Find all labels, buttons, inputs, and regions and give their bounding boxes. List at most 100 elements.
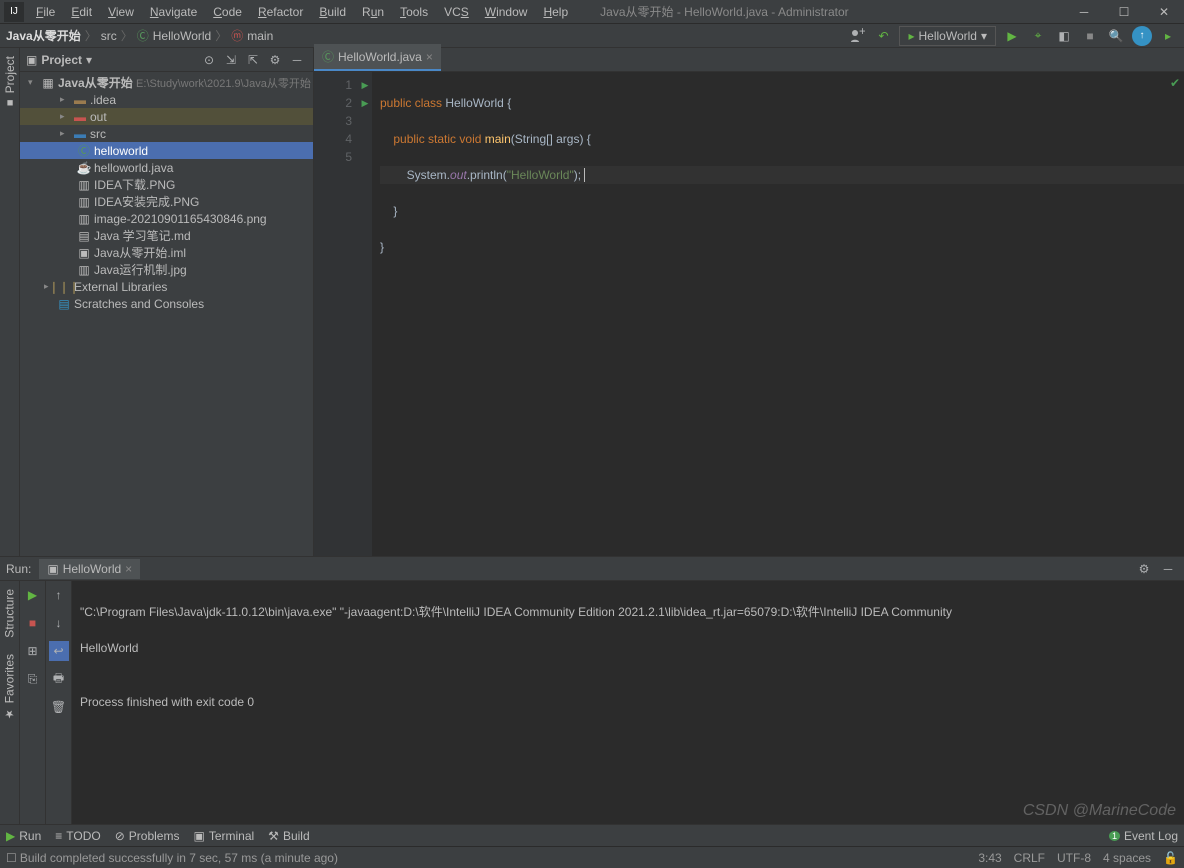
navigation-bar: Java从零开始 〉 src 〉 Ⓒ HelloWorld 〉 ⓜ main +… [0, 24, 1184, 48]
indent-info[interactable]: 4 spaces [1103, 851, 1151, 865]
tab-label: HelloWorld.java [338, 50, 422, 64]
expand-all-icon[interactable]: ⇲ [221, 50, 241, 70]
delete-icon[interactable]: 🗑 [49, 697, 69, 717]
settings-icon[interactable]: ⚙ [1134, 559, 1154, 579]
tree-file-md[interactable]: ▤Java 学习笔记.md [20, 227, 313, 244]
menu-file[interactable]: File [28, 5, 63, 19]
stop-button[interactable]: ■ [1080, 26, 1100, 46]
console-output[interactable]: "C:\Program Files\Java\jdk-11.0.12\bin\j… [72, 581, 1184, 824]
menu-help[interactable]: Help [535, 5, 576, 19]
print-icon[interactable]: 🖶 [49, 669, 69, 689]
add-user-icon[interactable]: + [847, 26, 867, 46]
settings-icon[interactable]: ⚙ [265, 50, 285, 70]
project-tool-tab[interactable]: ■ Project [1, 48, 19, 116]
cursor-position[interactable]: 3:43 [978, 851, 1001, 865]
tree-file-img[interactable]: ▥IDEA安装完成.PNG [20, 193, 313, 210]
select-opened-file-icon[interactable]: ⊙ [199, 50, 219, 70]
rerun-icon[interactable]: ▶ [23, 585, 43, 605]
event-log-button[interactable]: 1Event Log [1109, 829, 1178, 843]
minimize-button[interactable]: ─ [1064, 0, 1104, 24]
titlebar: IJ File Edit View Navigate Code Refactor… [0, 0, 1184, 24]
hide-icon[interactable]: ─ [1158, 559, 1178, 579]
run-gutter-icon[interactable]: ▶ [358, 94, 372, 112]
todo-tool-button[interactable]: ≡TODO [55, 829, 100, 843]
menu-code[interactable]: Code [205, 5, 250, 19]
tree-folder-out[interactable]: ▸▬out [20, 108, 313, 125]
tree-file-img[interactable]: ▥IDEA下载.PNG [20, 176, 313, 193]
ide-settings-icon[interactable]: ▸ [1158, 26, 1178, 46]
expand-icon[interactable]: ▾ [28, 77, 40, 88]
chevron-icon: 〉 [121, 27, 133, 44]
run-config-selector[interactable]: ▸ HelloWorld ▾ [899, 26, 996, 46]
layout-icon[interactable]: ⊞ [23, 641, 43, 661]
menu-edit[interactable]: Edit [63, 5, 100, 19]
search-everywhere-icon[interactable]: 🔍 [1106, 26, 1126, 46]
line-separator[interactable]: CRLF [1014, 851, 1045, 865]
menu-build[interactable]: Build [311, 5, 354, 19]
down-icon[interactable]: ↓ [49, 613, 69, 633]
inspection-ok-icon[interactable]: ✔ [1170, 76, 1180, 90]
run-gutter-icon[interactable]: ▶ [358, 76, 372, 94]
window-title: Java从零开始 - HelloWorld.java - Administrat… [576, 3, 1064, 20]
structure-tab[interactable]: Structure [0, 581, 19, 646]
menu-navigate[interactable]: Navigate [142, 5, 205, 19]
run-button[interactable]: ▶ [1002, 26, 1022, 46]
bc-root[interactable]: Java从零开始 [6, 27, 81, 44]
tree-scratches[interactable]: ▤Scratches and Consoles [20, 295, 313, 312]
run-toolbar-secondary: ↑ ↓ ↩ 🖶 🗑 [46, 581, 72, 824]
tree-file-iml[interactable]: ▣Java从零开始.iml [20, 244, 313, 261]
code-editor[interactable]: 12345 ▶ ▶ public class HelloWorld { publ… [314, 72, 1184, 556]
editor-tab[interactable]: Ⓒ HelloWorld.java × [314, 44, 441, 71]
status-icon[interactable]: ☐ [6, 851, 17, 865]
menu-refactor[interactable]: Refactor [250, 5, 311, 19]
bc-src[interactable]: src [101, 29, 117, 43]
undo-icon[interactable]: ↶ [873, 26, 893, 46]
run-tab[interactable]: ▣ HelloWorld × [39, 559, 140, 579]
root-path: E:\Study\work\2021.9\Java从零开始 [136, 75, 311, 91]
debug-button[interactable]: ⌖ [1028, 26, 1048, 46]
tree-file-img[interactable]: ▥image-20210901165430846.png [20, 210, 313, 227]
iml-icon: ▣ [76, 246, 92, 260]
stop-icon[interactable]: ■ [23, 613, 43, 633]
pin-icon[interactable]: ⎘ [23, 669, 43, 689]
menu-window[interactable]: Window [477, 5, 536, 19]
close-tab-icon[interactable]: × [426, 50, 433, 64]
tree-folder-src[interactable]: ▸▬src [20, 125, 313, 142]
bc-class[interactable]: HelloWorld [153, 29, 211, 43]
module-icon: ▦ [40, 76, 56, 90]
up-icon[interactable]: ↑ [49, 585, 69, 605]
run-tool-button[interactable]: ▶Run [6, 829, 41, 843]
menu-tools[interactable]: Tools [392, 5, 436, 19]
menu-vcs[interactable]: VCS [436, 5, 477, 19]
left-tool-tabs: Structure ★ Favorites [0, 581, 20, 824]
project-panel: ▣ Project ▾ ⊙ ⇲ ⇱ ⚙ ─ ▾ ▦ Java从零开始 E:\St… [20, 48, 314, 556]
build-tool-button[interactable]: ⚒Build [268, 829, 309, 843]
warning-icon: ⊘ [115, 829, 125, 843]
file-encoding[interactable]: UTF-8 [1057, 851, 1091, 865]
tree-folder-idea[interactable]: ▸▬.idea [20, 91, 313, 108]
collapse-all-icon[interactable]: ⇱ [243, 50, 263, 70]
menu-run[interactable]: Run [354, 5, 392, 19]
code-content[interactable]: public class HelloWorld { public static … [372, 72, 1184, 556]
menu-view[interactable]: View [100, 5, 142, 19]
hide-icon[interactable]: ─ [287, 50, 307, 70]
tree-file-img[interactable]: ▥Java运行机制.jpg [20, 261, 313, 278]
dropdown-icon[interactable]: ▾ [86, 53, 92, 67]
tree-external-libs[interactable]: ▸❘❘❘External Libraries [20, 278, 313, 295]
tree-file-java[interactable]: ☕helloworld.java [20, 159, 313, 176]
wrap-icon[interactable]: ↩ [49, 641, 69, 661]
close-tab-icon[interactable]: × [125, 562, 132, 576]
lock-icon[interactable]: 🔓 [1163, 851, 1178, 865]
terminal-tool-button[interactable]: ▣Terminal [193, 829, 254, 843]
maximize-button[interactable]: ☐ [1104, 0, 1144, 24]
favorites-tab[interactable]: ★ Favorites [0, 646, 19, 728]
update-icon[interactable]: ↑ [1132, 26, 1152, 46]
coverage-button[interactable]: ◧ [1054, 26, 1074, 46]
close-button[interactable]: ✕ [1144, 0, 1184, 24]
bc-method[interactable]: main [247, 29, 273, 43]
tree-root[interactable]: ▾ ▦ Java从零开始 E:\Study\work\2021.9\Java从零… [20, 74, 313, 91]
app-icon: ▣ [47, 562, 58, 576]
tree-class-helloworld[interactable]: Ⓒhelloworld [20, 142, 313, 159]
problems-tool-button[interactable]: ⊘Problems [115, 829, 180, 843]
status-message: Build completed successfully in 7 sec, 5… [20, 851, 338, 865]
